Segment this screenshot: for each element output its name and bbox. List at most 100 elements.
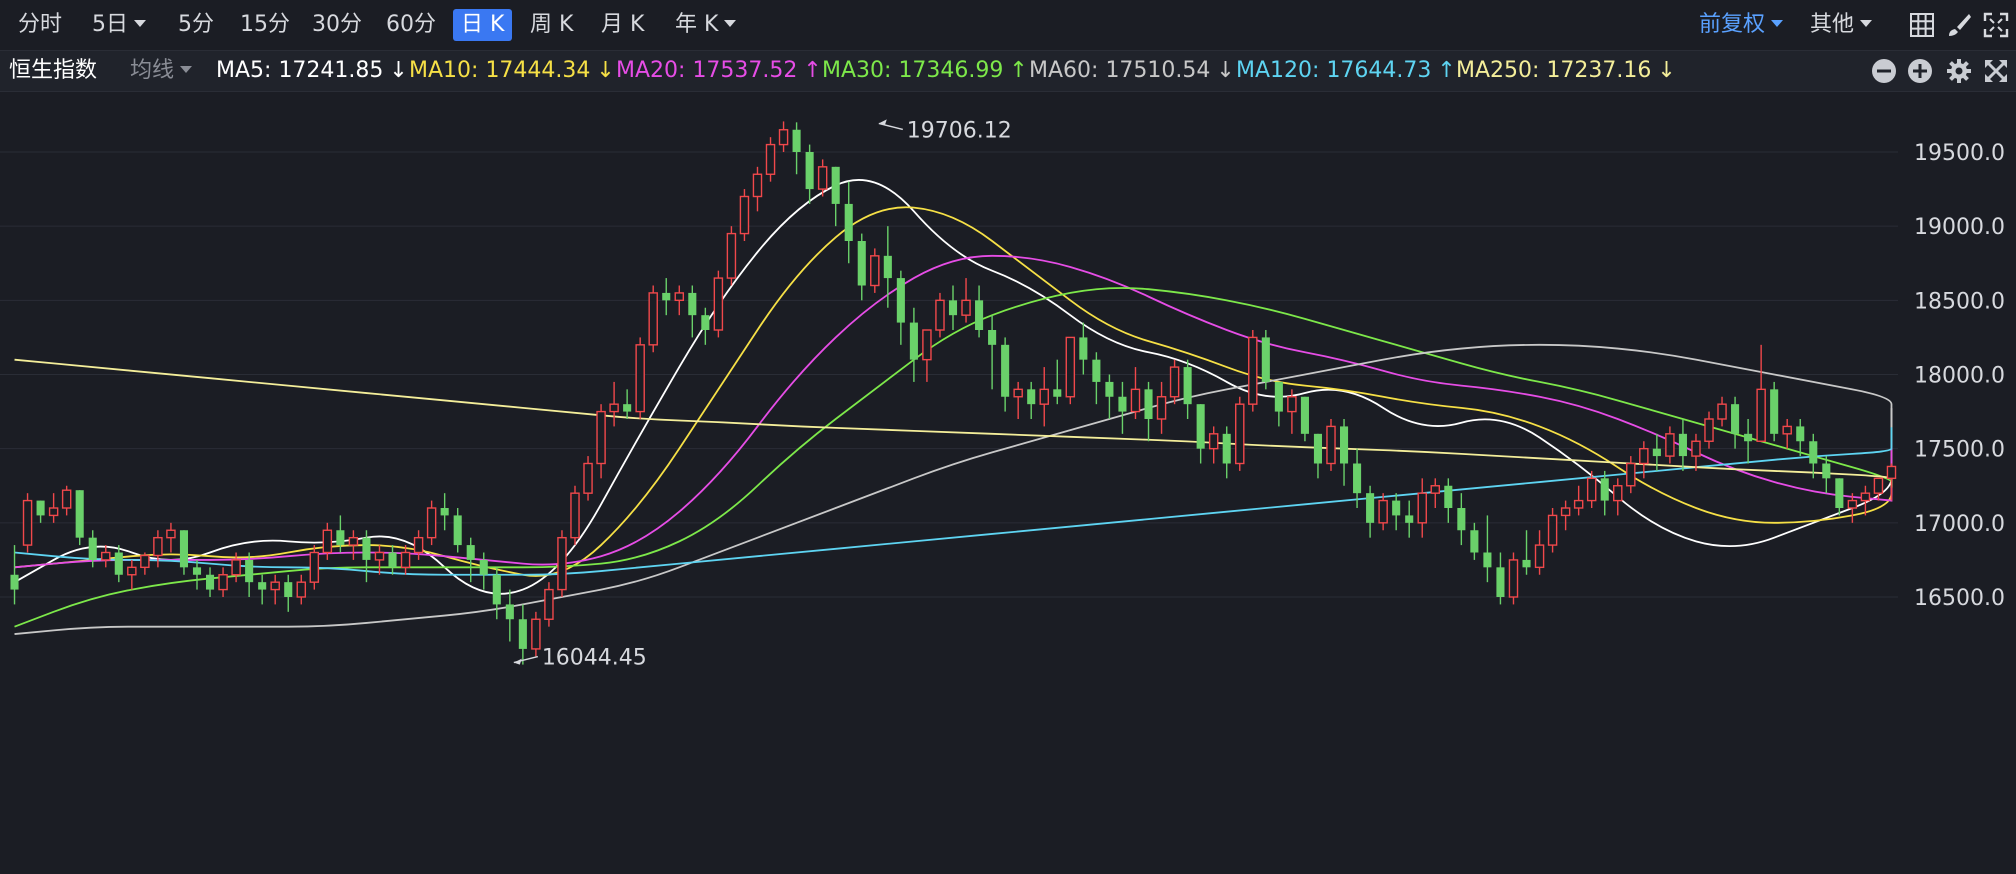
y-tick-label: 17500.0 <box>1914 438 2005 463</box>
candle-body <box>883 255 892 279</box>
ma-separator: : <box>678 58 693 83</box>
candle-body <box>1860 492 1871 502</box>
tab-timeframe[interactable]: 周 K <box>530 9 573 41</box>
tab-timeframe[interactable]: 月 K <box>601 9 644 41</box>
candle-body <box>75 490 84 538</box>
tab-timeframe[interactable]: 15分 <box>240 9 290 41</box>
candle-body <box>166 529 176 539</box>
ma-separator: : <box>1091 58 1106 83</box>
ma-line-ma10 <box>14 206 1893 577</box>
candle-body <box>88 537 97 560</box>
candle-body <box>1053 389 1062 397</box>
candle-body <box>739 195 750 235</box>
candle-body <box>1873 477 1884 494</box>
ma-label: MA120 <box>1236 58 1313 83</box>
adjust-dropdown[interactable]: 前复权 <box>1699 9 1784 41</box>
ma-label: MA20 <box>616 58 679 83</box>
candle-body <box>440 508 449 516</box>
candlesticks <box>10 121 1897 665</box>
candle-body <box>336 530 345 546</box>
kline-chart-svg[interactable]: 19500.0 19000.0 18500.0 18000.0 17500.0 17000… <box>0 91 2016 870</box>
ma-label: MA60 <box>1029 58 1092 83</box>
gear-icon[interactable] <box>1945 57 1973 85</box>
candle-body <box>192 567 202 575</box>
y-tick-label: 18000.0 <box>1914 364 2005 389</box>
minus-icon[interactable] <box>1870 57 1898 85</box>
candle-body <box>544 588 554 620</box>
ma-separator: : <box>471 58 486 83</box>
candle-body <box>1652 448 1661 457</box>
candle-body <box>1392 500 1401 516</box>
tab-timeframe[interactable]: 5分 <box>178 9 214 41</box>
candle-body <box>713 277 724 331</box>
candle-body <box>1027 389 1036 405</box>
candle-body <box>374 551 385 561</box>
chevron-down-icon <box>1771 19 1784 27</box>
candle-body <box>583 462 593 494</box>
candle-body <box>701 315 710 330</box>
candle-body <box>1586 477 1597 502</box>
brush-icon[interactable] <box>1945 11 1973 39</box>
candle-body <box>245 559 254 583</box>
candle-body <box>36 500 45 516</box>
ma-label: MA30 <box>822 58 885 83</box>
candle-body <box>688 292 697 316</box>
candle-body <box>726 232 737 279</box>
tab-timeframe[interactable]: 分时 <box>18 9 62 41</box>
timeframe-toolbar: 分时 5日 5分 15分 30分 60分日 K 周 K 月 K 年 K 前复权 其他 <box>0 0 2016 50</box>
y-tick-label: 19500.0 <box>1914 141 2005 166</box>
other-dropdown[interactable]: 其他 <box>1810 9 1873 41</box>
tab-label: 5日 <box>92 12 128 37</box>
candle-body <box>1196 404 1205 449</box>
candle-body <box>765 143 776 175</box>
candle-body <box>1613 485 1623 502</box>
candle-body <box>844 203 853 241</box>
grid-icon[interactable] <box>1908 11 1936 39</box>
plus-icon[interactable] <box>1906 57 1934 85</box>
moving-average-lines <box>14 179 1893 635</box>
other-label: 其他 <box>1810 12 1855 37</box>
candle-body <box>596 410 606 465</box>
candle-body <box>1665 433 1675 457</box>
chevron-down-icon <box>180 65 193 73</box>
ma-legend-item: MA250: 17237.16 ↓ <box>1456 51 1676 91</box>
candle-body <box>1300 396 1309 434</box>
candle-body <box>1796 426 1805 442</box>
candle-body <box>1822 463 1831 479</box>
candle-body <box>1313 433 1323 464</box>
candle-body <box>1534 544 1545 569</box>
candle-body <box>1547 514 1558 546</box>
candle-body <box>492 574 501 605</box>
candle-body <box>1744 433 1753 442</box>
fullscreen-icon[interactable] <box>1982 11 2010 39</box>
candle-body <box>662 292 671 301</box>
tab-timeframe[interactable]: 60分 <box>386 9 436 41</box>
candle-body <box>1274 381 1283 412</box>
candle-body <box>1782 425 1792 435</box>
y-tick-label: 17000.0 <box>1914 512 2005 537</box>
expand-icon[interactable] <box>1982 57 2010 85</box>
ma-trend-arrow: ↓ <box>1657 58 1676 83</box>
candle-body <box>857 241 866 286</box>
candle-body <box>22 499 33 546</box>
ma-value: 17644.73 <box>1326 58 1432 83</box>
tab-timeframe[interactable]: 日 K <box>453 9 513 41</box>
tab-label: 月 K <box>601 12 645 37</box>
candle-body <box>61 489 72 509</box>
candle-body <box>817 166 828 190</box>
tab-label: 15分 <box>240 12 290 37</box>
tab-timeframe[interactable]: 30分 <box>312 9 362 41</box>
ma-trend-arrow: ↓ <box>596 58 615 83</box>
tab-timeframe[interactable]: 5日 <box>92 9 146 41</box>
kline-chart[interactable]: 19500.0 19000.0 18500.0 18000.0 17500.0 17000… <box>0 91 2016 870</box>
tab-timeframe[interactable]: 年 K <box>675 9 737 41</box>
y-axis: 19500.0 19000.0 18500.0 18000.0 17500.0 17000… <box>1914 141 2005 611</box>
candle-body <box>1183 367 1192 405</box>
candle-body <box>1118 396 1127 412</box>
chevron-down-icon <box>724 19 737 27</box>
ma-legend-item: MA30: 17346.99 ↑ <box>822 51 1028 91</box>
candle-body <box>518 619 527 649</box>
candle-body <box>388 552 397 568</box>
ma-value: 17444.34 <box>485 58 591 83</box>
indicator-dropdown[interactable]: 均线 <box>130 51 193 91</box>
